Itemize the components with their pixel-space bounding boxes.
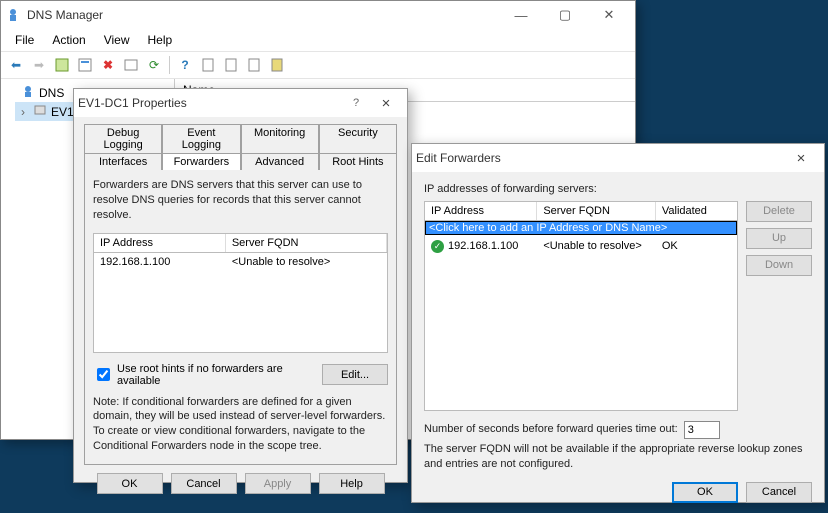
cell-fqdn: <Unable to resolve> [226,253,387,271]
delete-button[interactable]: Delete [746,201,812,222]
down-button[interactable]: Down [746,255,812,276]
tab-forwarders[interactable]: Forwarders [162,153,240,170]
dialog-buttons: OK Cancel [424,482,812,503]
toolbar-btn[interactable] [120,54,142,76]
edit-grid-header: IP Address Server FQDN Validated [424,201,738,221]
forwarders-description: Forwarders are DNS servers that this ser… [93,178,388,223]
forwarders-grid[interactable]: 192.168.1.100 <Unable to resolve> [93,253,388,353]
ip-addresses-label: IP addresses of forwarding servers: [424,182,812,197]
tab-monitoring[interactable]: Monitoring [241,124,319,153]
titlebar: DNS Manager — ▢ ✕ [1,1,635,29]
cell-validated: OK [656,237,737,255]
expander-icon[interactable]: › [17,105,29,119]
timeout-input[interactable] [684,421,720,439]
server-icon [33,103,47,120]
menu-help[interactable]: Help [140,31,181,49]
col-fqdn: Server FQDN [537,202,656,220]
tab-security[interactable]: Security [319,124,397,153]
forwarders-grid-header: IP Address Server FQDN [93,233,388,253]
menu-action[interactable]: Action [44,31,93,49]
minimize-button[interactable]: — [499,1,543,29]
properties-dialog: EV1-DC1 Properties ? × Debug Logging Eve… [73,88,408,483]
col-validated: Validated [656,202,737,220]
col-ip: IP Address [94,234,226,252]
help-icon[interactable]: ? [174,54,196,76]
help-button[interactable]: ? [343,97,369,109]
back-icon[interactable]: ⬅ [5,54,27,76]
add-entry-placeholder: <Click here to add an IP Address or DNS … [426,222,736,234]
up-button[interactable]: Up [746,228,812,249]
conditional-forwarders-note: Note: If conditional forwarders are defi… [93,395,388,454]
tab-debug-logging[interactable]: Debug Logging [84,124,162,153]
close-button[interactable]: × [782,150,820,167]
checkbox-label: Use root hints if no forwarders are avai… [117,363,322,387]
window-title: DNS Manager [27,8,499,22]
edit-button[interactable]: Edit... [322,364,388,385]
tab-event-logging[interactable]: Event Logging [162,124,240,153]
col-ip: IP Address [425,202,537,220]
menu-view[interactable]: View [96,31,138,49]
maximize-button[interactable]: ▢ [543,1,587,29]
refresh-icon[interactable]: ⟳ [143,54,165,76]
toolbar-btn[interactable] [243,54,265,76]
dialog-title: EV1-DC1 Properties [78,96,343,110]
cell-fqdn: <Unable to resolve> [537,237,656,255]
timeout-label: Number of seconds before forward queries… [424,422,678,437]
add-entry-input[interactable]: <Click here to add an IP Address or DNS … [425,221,737,235]
fqdn-note: The server FQDN will not be available if… [424,442,812,472]
close-button[interactable]: × [369,95,403,112]
toolbar-btn[interactable] [220,54,242,76]
ok-button[interactable]: OK [97,473,163,494]
tab-strip: Debug Logging Event Logging Monitoring S… [84,123,397,169]
forward-icon[interactable]: ➡ [28,54,50,76]
delete-icon[interactable]: ✖ [97,54,119,76]
cell-ip: 192.168.1.100 [94,253,226,271]
dialog-buttons: OK Cancel Apply Help [84,465,397,498]
toolbar-btn[interactable] [51,54,73,76]
dialog-titlebar: Edit Forwarders × [412,144,824,172]
app-icon [5,7,21,23]
use-root-hints-checkbox[interactable]: Use root hints if no forwarders are avai… [93,363,322,387]
toolbar-btn[interactable] [74,54,96,76]
cancel-button[interactable]: Cancel [746,482,812,503]
tab-panel: Forwarders are DNS servers that this ser… [84,169,397,465]
cancel-button[interactable]: Cancel [171,473,237,494]
toolbar: ⬅ ➡ ✖ ⟳ ? [1,52,635,79]
toolbar-btn[interactable] [266,54,288,76]
dialog-titlebar: EV1-DC1 Properties ? × [74,89,407,117]
menu-file[interactable]: File [7,31,42,49]
tab-root-hints[interactable]: Root Hints [319,153,397,170]
apply-button[interactable]: Apply [245,473,311,494]
cell-ip: 192.168.1.100 [448,240,518,252]
dns-icon [21,84,35,101]
grid-row[interactable]: 192.168.1.100 <Unable to resolve> [94,253,387,271]
col-fqdn: Server FQDN [226,234,387,252]
grid-row[interactable]: ✓ 192.168.1.100 <Unable to resolve> OK [425,235,737,256]
timeout-row: Number of seconds before forward queries… [424,421,812,439]
tree-label: DNS [39,86,64,100]
edit-forwarders-dialog: Edit Forwarders × IP addresses of forwar… [411,143,825,503]
ok-button[interactable]: OK [672,482,738,503]
tab-advanced[interactable]: Advanced [241,153,319,170]
toolbar-btn[interactable] [197,54,219,76]
validated-icon: ✓ [431,240,444,253]
edit-grid[interactable]: <Click here to add an IP Address or DNS … [424,221,738,411]
close-button[interactable]: ✕ [587,1,631,29]
dialog-title: Edit Forwarders [416,151,782,165]
help-button[interactable]: Help [319,473,385,494]
menubar: File Action View Help [1,29,635,52]
side-buttons: Delete Up Down [746,201,812,411]
checkbox-input[interactable] [97,368,110,381]
tab-interfaces[interactable]: Interfaces [84,153,162,170]
